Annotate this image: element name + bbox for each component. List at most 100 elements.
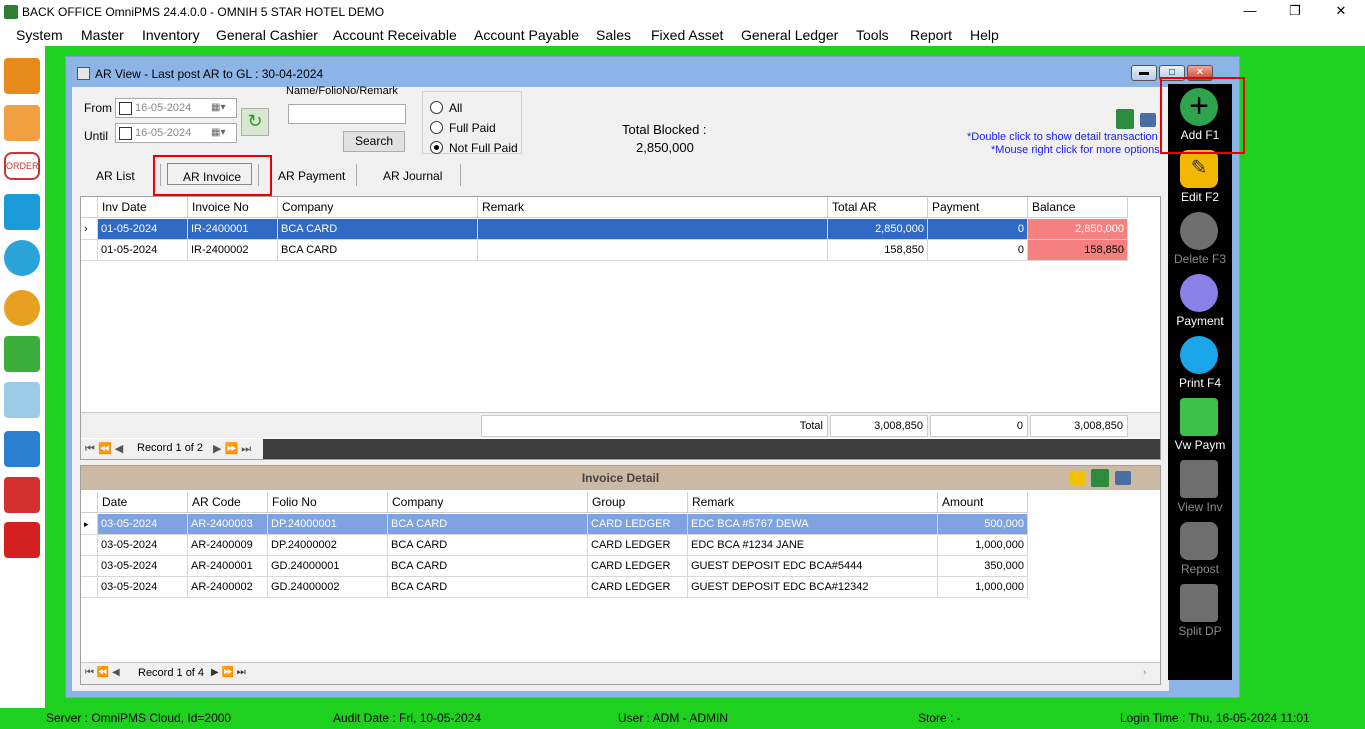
- col-folio-no[interactable]: Folio No: [268, 492, 388, 513]
- cell-company[interactable]: BCA CARD: [388, 535, 588, 556]
- menu-help[interactable]: Help: [970, 27, 999, 43]
- cell-remark[interactable]: [478, 240, 828, 261]
- tab-ar-list[interactable]: AR List: [96, 169, 135, 183]
- mobile-payment-icon[interactable]: [4, 382, 40, 418]
- print-button[interactable]: Print F4: [1168, 334, 1232, 396]
- calendar-dropdown-icon[interactable]: ▦▾: [211, 102, 233, 114]
- edit-button[interactable]: ✎ Edit F2: [1168, 148, 1232, 210]
- menu-inventory[interactable]: Inventory: [142, 27, 200, 43]
- menu-tools[interactable]: Tools: [856, 27, 889, 43]
- nav-next-last-icon[interactable]: ▶ ⏩ ⏭: [211, 667, 246, 678]
- col-amount[interactable]: Amount: [938, 492, 1028, 513]
- maximize-button[interactable]: ❐: [1285, 3, 1305, 21]
- cell-remark[interactable]: GUEST DEPOSIT EDC BCA#5444: [688, 556, 938, 577]
- scroll-right-icon[interactable]: ›: [1143, 667, 1146, 678]
- nav-next-last-icon[interactable]: ▶ ⏩ ⏭: [213, 442, 251, 456]
- payment-button[interactable]: Payment: [1168, 272, 1232, 334]
- order-icon[interactable]: ORDER: [4, 152, 40, 180]
- cell-ar-code[interactable]: AR-2400002: [188, 577, 268, 598]
- repost-button[interactable]: Repost: [1168, 520, 1232, 582]
- print-icon[interactable]: [1140, 113, 1156, 127]
- cell-remark[interactable]: GUEST DEPOSIT EDC BCA#12342: [688, 577, 938, 598]
- until-date-picker[interactable]: 16-05-2024 ▦▾: [115, 123, 237, 143]
- inventory-boxes-icon[interactable]: [4, 58, 40, 94]
- col-group[interactable]: Group: [588, 492, 688, 513]
- cell-remark[interactable]: EDC BCA #5767 DEWA: [688, 514, 938, 535]
- shopping-cart-icon[interactable]: [4, 194, 40, 230]
- split-dp-button[interactable]: Split DP: [1168, 582, 1232, 644]
- calendar-dropdown-icon[interactable]: ▦▾: [211, 127, 233, 139]
- print-icon[interactable]: [1115, 471, 1131, 485]
- until-checkbox[interactable]: [119, 127, 132, 140]
- cell-ar-code[interactable]: AR-2400009: [188, 535, 268, 556]
- col-remark[interactable]: Remark: [478, 197, 828, 218]
- cell-ar-code[interactable]: AR-2400003: [188, 514, 268, 535]
- cell-folio-no[interactable]: GD.24000001: [268, 556, 388, 577]
- col-company[interactable]: Company: [278, 197, 478, 218]
- refresh-cycle-icon[interactable]: [4, 240, 40, 276]
- cell-amount[interactable]: 500,000: [938, 514, 1028, 535]
- from-date-picker[interactable]: 16-05-2024 ▦▾: [115, 98, 237, 118]
- payment-hand-icon[interactable]: [4, 336, 40, 372]
- menu-account-payable[interactable]: Account Payable: [474, 27, 579, 43]
- col-date[interactable]: Date: [98, 492, 188, 513]
- cell-payment[interactable]: 0: [928, 219, 1028, 240]
- col-company[interactable]: Company: [388, 492, 588, 513]
- menu-general-cashier[interactable]: General Cashier: [216, 27, 318, 43]
- radio-full-paid[interactable]: [430, 121, 443, 134]
- name-filter-input[interactable]: [288, 104, 406, 124]
- cell-amount[interactable]: 1,000,000: [938, 535, 1028, 556]
- cell-inv-date[interactable]: 01-05-2024: [98, 240, 188, 261]
- cell-balance[interactable]: 158,850: [1028, 240, 1128, 261]
- menu-fixed-asset[interactable]: Fixed Asset: [651, 27, 723, 43]
- col-inv-date[interactable]: Inv Date: [98, 197, 188, 218]
- cell-folio-no[interactable]: GD.24000002: [268, 577, 388, 598]
- from-checkbox[interactable]: [119, 102, 132, 115]
- cell-total-ar[interactable]: 2,850,000: [828, 219, 928, 240]
- cell-folio-no[interactable]: DP.24000001: [268, 514, 388, 535]
- col-payment[interactable]: Payment: [928, 197, 1028, 218]
- view-payment-button[interactable]: Vw Paym: [1168, 396, 1232, 458]
- cell-company[interactable]: BCA CARD: [278, 219, 478, 240]
- refresh-button[interactable]: ↻: [241, 108, 269, 136]
- cell-payment[interactable]: 0: [928, 240, 1028, 261]
- calendar-icon[interactable]: [4, 431, 40, 467]
- tab-ar-payment[interactable]: AR Payment: [278, 169, 345, 183]
- cell-group[interactable]: CARD LEDGER: [588, 577, 688, 598]
- nav-first-prev-icon[interactable]: ⏮ ⏪ ◀: [85, 442, 123, 456]
- cell-date[interactable]: 03-05-2024: [98, 535, 188, 556]
- delete-button[interactable]: Delete F3: [1168, 210, 1232, 272]
- expand-icon[interactable]: [1070, 471, 1085, 486]
- close-button[interactable]: ✕: [1331, 3, 1351, 21]
- menu-sales[interactable]: Sales: [596, 27, 631, 43]
- cell-amount[interactable]: 1,000,000: [938, 577, 1028, 598]
- menu-master[interactable]: Master: [81, 27, 124, 43]
- menu-account-receivable[interactable]: Account Receivable: [333, 27, 457, 43]
- radio-not-full-paid[interactable]: [430, 141, 443, 154]
- minimize-button[interactable]: —: [1240, 3, 1260, 21]
- cell-date[interactable]: 03-05-2024: [98, 556, 188, 577]
- tab-ar-journal[interactable]: AR Journal: [383, 169, 442, 183]
- col-invoice-no[interactable]: Invoice No: [188, 197, 278, 218]
- cell-company[interactable]: BCA CARD: [388, 577, 588, 598]
- window-minimize-button[interactable]: ▬: [1131, 65, 1157, 81]
- col-total-ar[interactable]: Total AR: [828, 197, 928, 218]
- cell-company[interactable]: BCA CARD: [388, 556, 588, 577]
- cell-remark[interactable]: [478, 219, 828, 240]
- nav-first-prev-icon[interactable]: ⏮ ⏪ ◀: [85, 667, 120, 678]
- menu-report[interactable]: Report: [910, 27, 952, 43]
- excel-export-icon[interactable]: [1116, 109, 1134, 129]
- view-invoice-button[interactable]: View Inv: [1168, 458, 1232, 520]
- excel-export-icon[interactable]: [1091, 469, 1109, 487]
- chart-report-icon[interactable]: [4, 477, 40, 513]
- cell-date[interactable]: 03-05-2024: [98, 514, 188, 535]
- cell-total-ar[interactable]: 158,850: [828, 240, 928, 261]
- cell-balance[interactable]: 2,850,000: [1028, 219, 1128, 240]
- cell-group[interactable]: CARD LEDGER: [588, 556, 688, 577]
- cell-folio-no[interactable]: DP.24000002: [268, 535, 388, 556]
- cell-invoice-no[interactable]: IR-2400001: [188, 219, 278, 240]
- menu-general-ledger[interactable]: General Ledger: [741, 27, 838, 43]
- cell-group[interactable]: CARD LEDGER: [588, 535, 688, 556]
- cell-remark[interactable]: EDC BCA #1234 JANE: [688, 535, 938, 556]
- cell-invoice-no[interactable]: IR-2400002: [188, 240, 278, 261]
